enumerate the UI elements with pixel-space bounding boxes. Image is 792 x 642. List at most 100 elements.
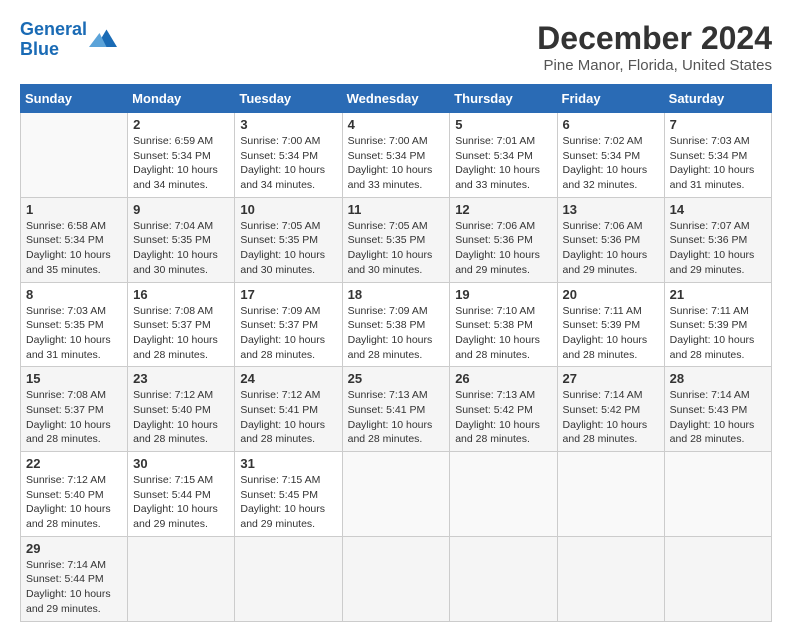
calendar-day-cell: 16Sunrise: 7:08 AM Sunset: 5:37 PM Dayli… bbox=[128, 282, 235, 367]
day-info: Sunrise: 7:12 AM Sunset: 5:41 PM Dayligh… bbox=[240, 388, 336, 447]
day-number: 20 bbox=[563, 287, 659, 302]
day-info: Sunrise: 7:14 AM Sunset: 5:42 PM Dayligh… bbox=[563, 388, 659, 447]
calendar-day-cell: 5Sunrise: 7:01 AM Sunset: 5:34 PM Daylig… bbox=[450, 113, 557, 198]
calendar-day-cell bbox=[342, 452, 450, 537]
day-info: Sunrise: 7:12 AM Sunset: 5:40 PM Dayligh… bbox=[26, 473, 122, 532]
day-number: 10 bbox=[240, 202, 336, 217]
calendar-title: December 2024 bbox=[537, 20, 772, 57]
calendar-day-cell: 11Sunrise: 7:05 AM Sunset: 5:35 PM Dayli… bbox=[342, 197, 450, 282]
calendar-day-cell bbox=[235, 536, 342, 621]
calendar-day-cell: 3Sunrise: 7:00 AM Sunset: 5:34 PM Daylig… bbox=[235, 113, 342, 198]
day-info: Sunrise: 7:13 AM Sunset: 5:42 PM Dayligh… bbox=[455, 388, 551, 447]
calendar-day-cell: 1 Sunrise: 6:58 AM Sunset: 5:34 PM Daylig… bbox=[21, 197, 128, 282]
day-info: Sunrise: 7:03 AM Sunset: 5:35 PM Dayligh… bbox=[26, 304, 122, 363]
day-info: Sunrise: 7:07 AM Sunset: 5:36 PM Dayligh… bbox=[670, 219, 766, 278]
calendar-day-cell: 7 Sunrise: 7:03 AM Sunset: 5:34 PM Daylig… bbox=[664, 113, 771, 198]
calendar-day-cell: 10 Sunrise: 7:05 AM Sunset: 5:35 PM Dayli… bbox=[235, 197, 342, 282]
calendar-subtitle: Pine Manor, Florida, United States bbox=[537, 57, 772, 74]
calendar-day-cell: 15Sunrise: 7:08 AM Sunset: 5:37 PM Dayli… bbox=[21, 367, 128, 452]
calendar-day-cell: 4 Sunrise: 7:00 AM Sunset: 5:34 PM Daylig… bbox=[342, 113, 450, 198]
calendar-day-cell: 20Sunrise: 7:11 AM Sunset: 5:39 PM Dayli… bbox=[557, 282, 664, 367]
day-number: 16 bbox=[133, 287, 229, 302]
day-info: Sunrise: 7:13 AM Sunset: 5:41 PM Dayligh… bbox=[348, 388, 445, 447]
day-info: Sunrise: 7:09 AM Sunset: 5:37 PM Dayligh… bbox=[240, 304, 336, 363]
title-section: December 2024 Pine Manor, Florida, Unite… bbox=[537, 20, 772, 74]
day-number: 29 bbox=[26, 541, 122, 556]
calendar-day-cell bbox=[342, 536, 450, 621]
weekday-header-cell: Wednesday bbox=[342, 85, 450, 113]
calendar-week-row: 1 Sunrise: 6:58 AM Sunset: 5:34 PM Daylig… bbox=[21, 197, 772, 282]
calendar-day-cell: 24 Sunrise: 7:12 AM Sunset: 5:41 PM Dayli… bbox=[235, 367, 342, 452]
calendar-day-cell: 29Sunrise: 7:14 AM Sunset: 5:44 PM Dayli… bbox=[21, 536, 128, 621]
day-number: 25 bbox=[348, 371, 445, 386]
calendar-day-cell: 26 Sunrise: 7:13 AM Sunset: 5:42 PM Dayli… bbox=[450, 367, 557, 452]
calendar-week-row: 2Sunrise: 6:59 AM Sunset: 5:34 PM Daylig… bbox=[21, 113, 772, 198]
day-number: 14 bbox=[670, 202, 766, 217]
day-info: Sunrise: 6:58 AM Sunset: 5:34 PM Dayligh… bbox=[26, 219, 122, 278]
calendar-day-cell bbox=[128, 536, 235, 621]
calendar-day-cell: 19 Sunrise: 7:10 AM Sunset: 5:38 PM Dayli… bbox=[450, 282, 557, 367]
weekday-header-cell: Sunday bbox=[21, 85, 128, 113]
calendar-day-cell: 22Sunrise: 7:12 AM Sunset: 5:40 PM Dayli… bbox=[21, 452, 128, 537]
day-number: 31 bbox=[240, 456, 336, 471]
day-number: 19 bbox=[455, 287, 551, 302]
calendar-day-cell bbox=[557, 452, 664, 537]
day-number: 3 bbox=[240, 117, 336, 132]
day-number: 5 bbox=[455, 117, 551, 132]
weekday-header-row: SundayMondayTuesdayWednesdayThursdayFrid… bbox=[21, 85, 772, 113]
calendar-day-cell: 27 Sunrise: 7:14 AM Sunset: 5:42 PM Dayli… bbox=[557, 367, 664, 452]
day-number: 1 bbox=[26, 202, 122, 217]
day-info: Sunrise: 7:03 AM Sunset: 5:34 PM Dayligh… bbox=[670, 134, 766, 193]
day-info: Sunrise: 7:11 AM Sunset: 5:39 PM Dayligh… bbox=[670, 304, 766, 363]
calendar-day-cell bbox=[21, 113, 128, 198]
calendar-day-cell: 28 Sunrise: 7:14 AM Sunset: 5:43 PM Dayli… bbox=[664, 367, 771, 452]
day-number: 28 bbox=[670, 371, 766, 386]
calendar-day-cell: 18Sunrise: 7:09 AM Sunset: 5:38 PM Dayli… bbox=[342, 282, 450, 367]
weekday-header-cell: Tuesday bbox=[235, 85, 342, 113]
day-info: Sunrise: 7:02 AM Sunset: 5:34 PM Dayligh… bbox=[563, 134, 659, 193]
logo-text: General bbox=[20, 20, 87, 40]
calendar-day-cell bbox=[450, 536, 557, 621]
logo: General Blue bbox=[20, 20, 117, 60]
calendar-week-row: 8 Sunrise: 7:03 AM Sunset: 5:35 PM Daylig… bbox=[21, 282, 772, 367]
day-info: Sunrise: 6:59 AM Sunset: 5:34 PM Dayligh… bbox=[133, 134, 229, 193]
day-info: Sunrise: 7:05 AM Sunset: 5:35 PM Dayligh… bbox=[240, 219, 336, 278]
day-number: 12 bbox=[455, 202, 551, 217]
day-number: 7 bbox=[670, 117, 766, 132]
day-number: 21 bbox=[670, 287, 766, 302]
calendar-day-cell: 21 Sunrise: 7:11 AM Sunset: 5:39 PM Dayli… bbox=[664, 282, 771, 367]
day-info: Sunrise: 7:10 AM Sunset: 5:38 PM Dayligh… bbox=[455, 304, 551, 363]
logo-text2: Blue bbox=[20, 40, 87, 60]
calendar-week-row: 15Sunrise: 7:08 AM Sunset: 5:37 PM Dayli… bbox=[21, 367, 772, 452]
calendar-day-cell: 17 Sunrise: 7:09 AM Sunset: 5:37 PM Dayli… bbox=[235, 282, 342, 367]
weekday-header-cell: Saturday bbox=[664, 85, 771, 113]
day-number: 17 bbox=[240, 287, 336, 302]
day-number: 30 bbox=[133, 456, 229, 471]
calendar-body: 2Sunrise: 6:59 AM Sunset: 5:34 PM Daylig… bbox=[21, 113, 772, 622]
day-info: Sunrise: 7:00 AM Sunset: 5:34 PM Dayligh… bbox=[348, 134, 445, 193]
day-number: 23 bbox=[133, 371, 229, 386]
day-number: 11 bbox=[348, 202, 445, 217]
calendar-table: SundayMondayTuesdayWednesdayThursdayFrid… bbox=[20, 84, 772, 622]
calendar-day-cell: 14 Sunrise: 7:07 AM Sunset: 5:36 PM Dayli… bbox=[664, 197, 771, 282]
calendar-day-cell: 31 Sunrise: 7:15 AM Sunset: 5:45 PM Dayli… bbox=[235, 452, 342, 537]
calendar-day-cell: 23Sunrise: 7:12 AM Sunset: 5:40 PM Dayli… bbox=[128, 367, 235, 452]
day-number: 9 bbox=[133, 202, 229, 217]
page-header: General Blue December 2024 Pine Manor, F… bbox=[20, 20, 772, 74]
day-number: 8 bbox=[26, 287, 122, 302]
weekday-header-cell: Friday bbox=[557, 85, 664, 113]
day-info: Sunrise: 7:15 AM Sunset: 5:45 PM Dayligh… bbox=[240, 473, 336, 532]
day-info: Sunrise: 7:09 AM Sunset: 5:38 PM Dayligh… bbox=[348, 304, 445, 363]
day-number: 27 bbox=[563, 371, 659, 386]
day-number: 24 bbox=[240, 371, 336, 386]
logo-icon bbox=[89, 26, 117, 54]
calendar-week-row: 22Sunrise: 7:12 AM Sunset: 5:40 PM Dayli… bbox=[21, 452, 772, 537]
day-info: Sunrise: 7:14 AM Sunset: 5:43 PM Dayligh… bbox=[670, 388, 766, 447]
calendar-day-cell bbox=[664, 452, 771, 537]
calendar-day-cell: 6Sunrise: 7:02 AM Sunset: 5:34 PM Daylig… bbox=[557, 113, 664, 198]
calendar-day-cell bbox=[557, 536, 664, 621]
day-info: Sunrise: 7:04 AM Sunset: 5:35 PM Dayligh… bbox=[133, 219, 229, 278]
day-number: 26 bbox=[455, 371, 551, 386]
day-number: 4 bbox=[348, 117, 445, 132]
calendar-day-cell: 12Sunrise: 7:06 AM Sunset: 5:36 PM Dayli… bbox=[450, 197, 557, 282]
